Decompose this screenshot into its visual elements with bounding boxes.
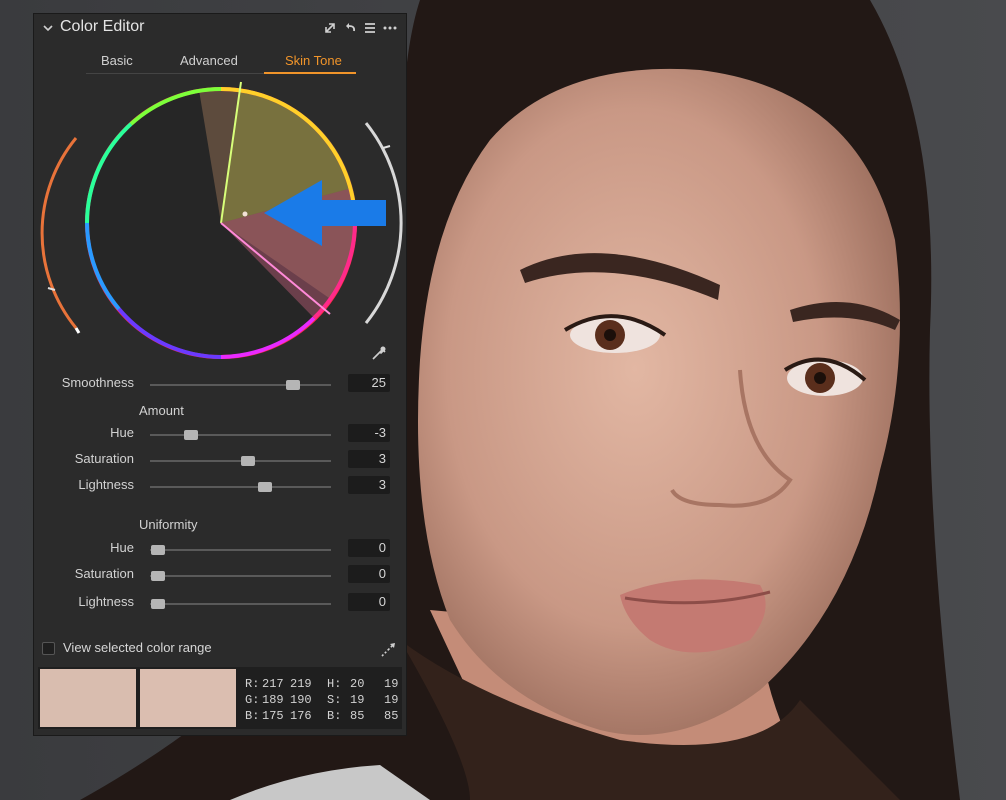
eyedropper-icon[interactable]	[370, 344, 388, 362]
readout-s-after: 19	[384, 693, 399, 707]
readout-r-label: R:	[245, 677, 260, 691]
uniformity-hue-thumb[interactable]	[151, 545, 165, 555]
after-swatch	[140, 669, 236, 727]
reset-icon[interactable]	[343, 21, 357, 35]
uniformity-lightness-label: Lightness	[78, 594, 134, 609]
readout-s-label: S:	[327, 693, 342, 707]
amount-hue-value[interactable]: -3	[348, 424, 390, 442]
uniformity-hue-label: Hue	[110, 540, 134, 555]
amount-title: Amount	[139, 403, 184, 418]
amount-lightness-track[interactable]	[150, 482, 331, 492]
readout-br-label: B:	[327, 709, 342, 723]
smoothness-value[interactable]: 25	[348, 374, 390, 392]
more-icon[interactable]	[383, 21, 397, 35]
amount-saturation-track[interactable]	[150, 456, 331, 466]
tab-skin-tone[interactable]: Skin Tone	[285, 53, 342, 68]
amount-hue-thumb[interactable]	[184, 430, 198, 440]
amount-lightness-thumb[interactable]	[258, 482, 272, 492]
uniformity-hue-value[interactable]: 0	[348, 539, 390, 557]
uniformity-lightness-thumb[interactable]	[151, 599, 165, 609]
amount-saturation-value[interactable]: 3	[348, 450, 390, 468]
panel-title: Color Editor	[60, 18, 145, 35]
readout-g-after: 190	[290, 693, 312, 707]
readout-r-before: 217	[262, 677, 284, 691]
amount-hue-label: Hue	[110, 425, 134, 440]
readout-s-before: 19	[350, 693, 365, 707]
readout-h-label: H:	[327, 677, 342, 691]
tab-advanced[interactable]: Advanced	[180, 53, 238, 68]
readout-h-after: 19	[384, 677, 399, 691]
amount-hue-track[interactable]	[150, 430, 331, 440]
active-tab-indicator	[264, 72, 356, 74]
before-swatch	[40, 669, 136, 727]
uniformity-saturation-label: Saturation	[74, 566, 134, 581]
readout-br-after: 85	[384, 709, 399, 723]
uniformity-title: Uniformity	[139, 517, 198, 532]
readout-r-after: 219	[290, 677, 312, 691]
chevron-down-icon[interactable]	[42, 22, 54, 34]
smoothness-label: Smoothness	[61, 375, 134, 390]
list-icon[interactable]	[363, 21, 377, 35]
smoothness-thumb[interactable]	[286, 380, 300, 390]
readout-b-label: B:	[245, 709, 260, 723]
uniformity-saturation-value[interactable]: 0	[348, 565, 390, 583]
color-readout: R: 217 219 G: 189 190 B: 175 176 H: 20 1…	[38, 667, 402, 729]
amount-saturation-thumb[interactable]	[241, 456, 255, 466]
uniformity-lightness-track[interactable]	[150, 599, 331, 609]
readout-b-after: 176	[290, 709, 312, 723]
readout-br-before: 85	[350, 709, 365, 723]
amount-lightness-value[interactable]: 3	[348, 476, 390, 494]
uniformity-saturation-track[interactable]	[150, 571, 331, 581]
color-wheel[interactable]	[34, 78, 406, 368]
picker-icon[interactable]	[378, 640, 398, 660]
uniformity-lightness-value[interactable]: 0	[348, 593, 390, 611]
tab-basic[interactable]: Basic	[101, 53, 133, 68]
readout-g-label: G:	[245, 693, 260, 707]
readout-b-before: 175	[262, 709, 284, 723]
smoothness-track[interactable]	[150, 380, 331, 390]
readout-g-before: 189	[262, 693, 284, 707]
amount-lightness-label: Lightness	[78, 477, 134, 492]
readout-h-before: 20	[350, 677, 365, 691]
color-editor-panel: Color Editor Basic Advanced Skin Tone Sm…	[33, 13, 407, 736]
view-range-label: View selected color range	[63, 640, 212, 655]
uniformity-saturation-thumb[interactable]	[151, 571, 165, 581]
amount-saturation-label: Saturation	[74, 451, 134, 466]
view-range-checkbox[interactable]	[42, 642, 55, 655]
expand-icon[interactable]	[323, 21, 337, 35]
uniformity-hue-track[interactable]	[150, 545, 331, 555]
